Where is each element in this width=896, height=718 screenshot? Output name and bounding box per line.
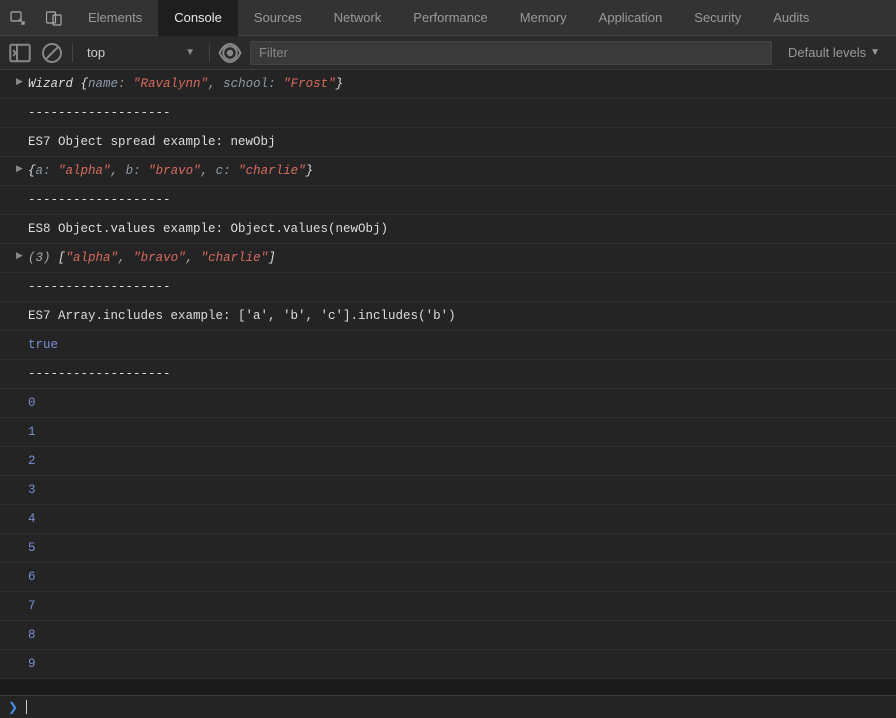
tab-application[interactable]: Application — [583, 0, 679, 36]
dropdown-triangle-icon: ▼ — [185, 47, 195, 58]
tab-network[interactable]: Network — [318, 0, 398, 36]
spacer — [0, 679, 896, 695]
devtools-tab-bar: Elements Console Sources Network Perform… — [0, 0, 896, 36]
log-level-label: Default levels — [788, 45, 866, 60]
tab-performance[interactable]: Performance — [397, 0, 503, 36]
console-output: ▶Wizard {name: "Ravalynn", school: "Fros… — [0, 70, 896, 679]
tab-sources[interactable]: Sources — [238, 0, 318, 36]
log-row: ES7 Object spread example: newObj — [0, 128, 896, 157]
tab-audits[interactable]: Audits — [757, 0, 825, 36]
expand-icon[interactable]: ▶ — [16, 162, 23, 176]
log-row: 5 — [0, 534, 896, 563]
tab-security[interactable]: Security — [678, 0, 757, 36]
show-console-sidebar-icon[interactable] — [8, 41, 32, 65]
log-row: ------------------- — [0, 186, 896, 215]
console-toolbar: top ▼ Default levels ▼ — [0, 36, 896, 70]
log-level-select[interactable]: Default levels ▼ — [780, 45, 888, 60]
log-row: ES8 Object.values example: Object.values… — [0, 215, 896, 244]
log-row: ES7 Array.includes example: ['a', 'b', '… — [0, 302, 896, 331]
log-row: true — [0, 331, 896, 360]
log-row: 6 — [0, 563, 896, 592]
execution-context-select[interactable]: top ▼ — [81, 41, 201, 64]
execution-context-label: top — [87, 45, 105, 60]
log-row: 9 — [0, 650, 896, 679]
log-row: ------------------- — [0, 360, 896, 389]
inspect-icon[interactable] — [0, 0, 36, 36]
tab-console[interactable]: Console — [158, 0, 238, 36]
log-row: 4 — [0, 505, 896, 534]
log-row: 7 — [0, 592, 896, 621]
filter-input[interactable] — [250, 41, 772, 65]
clear-console-icon[interactable] — [40, 41, 64, 65]
log-row: ▶{a: "alpha", b: "bravo", c: "charlie"} — [0, 157, 896, 186]
prompt-chevron-icon: ❯ — [8, 700, 18, 714]
device-toggle-icon[interactable] — [36, 0, 72, 36]
log-row: 2 — [0, 447, 896, 476]
log-row: ▶(3) ["alpha", "bravo", "charlie"] — [0, 244, 896, 273]
live-expression-icon[interactable] — [218, 41, 242, 65]
tab-memory[interactable]: Memory — [504, 0, 583, 36]
log-row: 8 — [0, 621, 896, 650]
log-row: 0 — [0, 389, 896, 418]
log-row: 3 — [0, 476, 896, 505]
prompt-cursor — [26, 700, 27, 714]
expand-icon[interactable]: ▶ — [16, 75, 23, 89]
log-row: ------------------- — [0, 99, 896, 128]
log-row: ------------------- — [0, 273, 896, 302]
log-row: ▶Wizard {name: "Ravalynn", school: "Fros… — [0, 70, 896, 99]
expand-icon[interactable]: ▶ — [16, 249, 23, 263]
log-row: 1 — [0, 418, 896, 447]
tab-elements[interactable]: Elements — [72, 0, 158, 36]
console-prompt[interactable]: ❯ — [0, 695, 896, 718]
dropdown-triangle-icon: ▼ — [870, 47, 880, 58]
